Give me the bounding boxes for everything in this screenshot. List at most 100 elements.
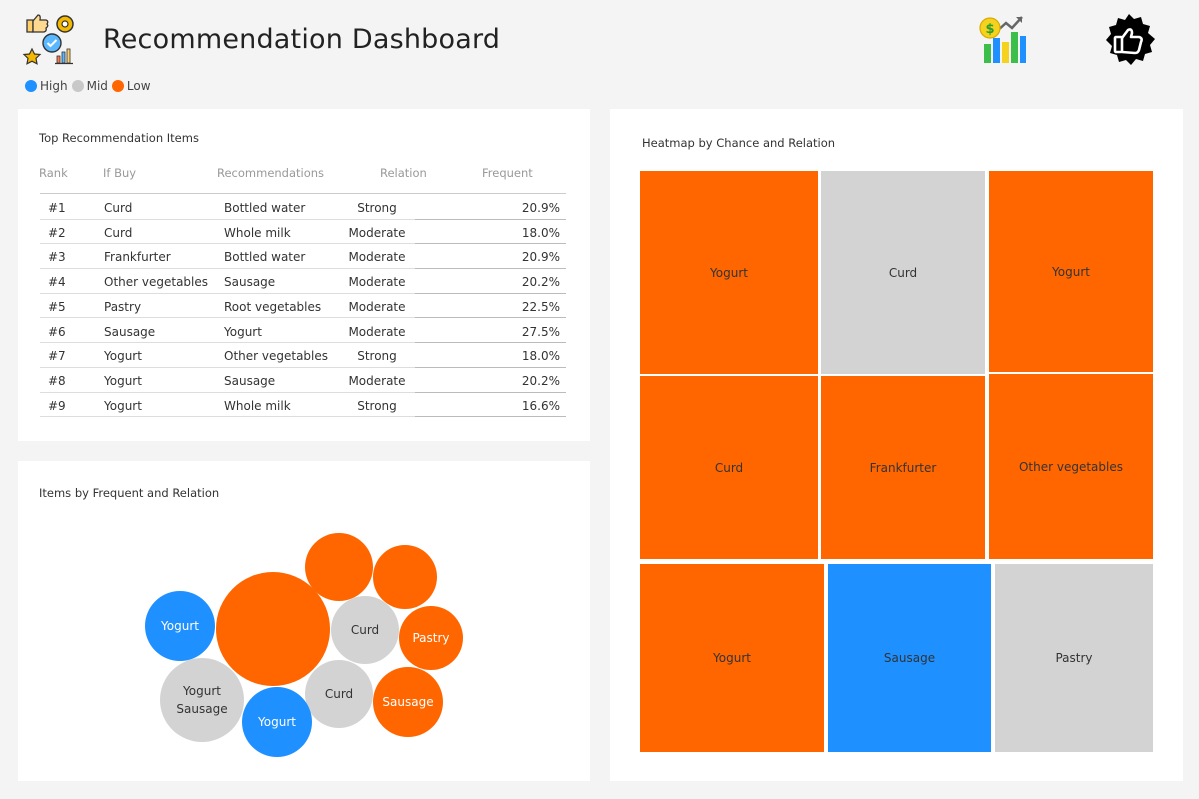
bubble-yogurt[interactable]: Yogurt [242, 687, 312, 757]
if-buy-cell: Yogurt [104, 373, 142, 388]
legend-item-low: Low [111, 79, 151, 93]
if-buy-cell: Yogurt [104, 349, 142, 364]
relation-cell: Moderate [348, 324, 406, 339]
table-row[interactable]: #1 Curd Bottled water Strong 20.9% [40, 195, 566, 220]
tile-label: Yogurt [710, 265, 748, 280]
legend-dot-low [111, 80, 124, 92]
tile-label: Pastry [1055, 651, 1093, 665]
frequent-cell: 20.9% [521, 250, 560, 265]
bubble-yogurt[interactable]: Yogurt [145, 591, 215, 661]
tile-label: Curd [888, 265, 918, 280]
items-bubble-panel: Items by Frequent and Relation Yogurt Cur… [18, 461, 590, 781]
rank-cell: #6 [48, 324, 66, 339]
bubble-label: Sausage [382, 695, 434, 709]
column-header-frequent: Frequent [482, 166, 533, 180]
heatmap-tile-curd[interactable]: Curd [821, 171, 985, 374]
table-row[interactable]: #5 Pastry Root vegetables Moderate 22.5% [40, 294, 566, 319]
if-buy-cell: Yogurt [104, 398, 142, 413]
heatmap-tile-yogurt[interactable]: Yogurt [989, 171, 1153, 372]
recommendation-cell: Root vegetables [224, 299, 322, 314]
legend-dot-high [25, 80, 37, 92]
frequent-cell: 20.2% [521, 373, 560, 388]
table-row[interactable]: #7 Yogurt Other vegetables Strong 18.0% [40, 343, 566, 368]
bubble-yogurt-sausage[interactable]: Yogurt Sausage [160, 658, 244, 742]
bubble-unlabeled[interactable] [373, 545, 437, 609]
frequent-cell: 22.5% [521, 299, 560, 314]
row-divider [40, 416, 415, 418]
top-recommendation-panel: Top Recommendation Items Rank If Buy Rec… [18, 109, 590, 441]
legend-item-mid: Mid [71, 79, 108, 93]
money-chart-icon: $ [979, 16, 1026, 63]
column-header-if-buy: If Buy [103, 166, 137, 180]
relation-cell: Moderate [348, 225, 406, 240]
bubble-label: Yogurt [161, 619, 199, 633]
frequent-cell: 18.0% [521, 349, 560, 364]
frequent-cell: 18.0% [521, 225, 560, 240]
color-legend: High Mid Low [25, 79, 155, 93]
relation-cell: Strong [357, 201, 397, 215]
relation-cell: Strong [357, 398, 397, 413]
bubble-label: Yogurt [258, 715, 296, 729]
rank-cell: #9 [48, 398, 66, 413]
heatmap-tile-curd[interactable]: Curd [640, 376, 818, 559]
table-row[interactable]: #6 Sausage Yogurt Moderate 27.5% [40, 319, 566, 344]
heatmap-tile-sausage[interactable]: Sausage [828, 564, 991, 752]
bubble-sausage[interactable]: Sausage [373, 667, 443, 737]
legend-label: Low [126, 79, 151, 93]
bubble-label: Yogurt Sausage [176, 684, 228, 716]
if-buy-cell: Curd [104, 225, 133, 240]
recommendation-cell: Sausage [224, 275, 276, 290]
recommendation-cell: Yogurt [224, 324, 262, 339]
frequent-cell: 27.5% [521, 324, 560, 339]
heatmap-tile-yogurt[interactable]: Yogurt [640, 564, 824, 752]
tile-label: Curd [714, 460, 744, 475]
relation-cell: Moderate [348, 275, 406, 290]
if-buy-cell: Sausage [104, 324, 156, 339]
frequent-cell: 20.9% [521, 201, 560, 215]
relation-cell: Moderate [348, 373, 406, 388]
if-buy-cell: Pastry [104, 299, 142, 314]
tile-label: Frankfurter [869, 460, 937, 475]
bubble-curd[interactable]: Curd [305, 660, 373, 728]
rank-cell: #8 [48, 373, 66, 388]
table-row[interactable]: #8 Yogurt Sausage Moderate 20.2% [40, 368, 566, 393]
rank-cell: #3 [48, 250, 66, 265]
column-header-relation: Relation [380, 166, 427, 180]
header-divider [40, 193, 566, 194]
recommendation-cell: Other vegetables [224, 349, 329, 364]
bubble-curd[interactable]: Curd [331, 596, 399, 664]
svg-text:$: $ [985, 22, 994, 37]
table-row[interactable]: #3 Frankfurter Bottled water Moderate 20.9% [40, 244, 566, 270]
recommendation-cell: Bottled water [224, 201, 306, 215]
if-buy-cell: Other vegetables [104, 275, 209, 290]
bubble-label: Curd [350, 623, 380, 637]
relation-cell: Strong [357, 349, 397, 364]
heatmap-tile-frankfurter[interactable]: Frankfurter [821, 376, 985, 559]
recommendation-cell: Sausage [224, 373, 276, 388]
heatmap-tile-pastry[interactable]: Pastry [995, 564, 1153, 752]
column-header-rank: Rank [39, 166, 68, 180]
tile-label: Yogurt [1052, 264, 1090, 279]
panel-title: Items by Frequent and Relation [39, 486, 220, 500]
table-row[interactable]: #9 Yogurt Whole milk Strong 16.6% [40, 393, 566, 418]
heatmap-tile-other-vegetables[interactable]: Other vegetables [989, 374, 1153, 559]
table-row[interactable]: #2 Curd Whole milk Moderate 18.0% [40, 220, 566, 245]
rank-cell: #1 [48, 201, 66, 215]
page-title: Recommendation Dashboard [103, 24, 501, 55]
legend-label: Mid [86, 79, 108, 93]
recommendation-cell: Whole milk [224, 398, 291, 413]
bubble-pastry[interactable]: Pastry [399, 606, 463, 670]
frequent-cell: 20.2% [521, 275, 560, 290]
thumbs-up-gear-star-icon [22, 14, 74, 65]
legend-dot-mid [71, 80, 84, 92]
bubble-unlabeled[interactable] [305, 533, 373, 601]
heatmap-tile-yogurt[interactable]: Yogurt [640, 171, 818, 374]
panel-title: Heatmap by Chance and Relation [642, 136, 836, 150]
tile-label: Other vegetables [1018, 459, 1123, 474]
if-buy-cell: Curd [104, 201, 133, 215]
row-divider [415, 416, 566, 418]
column-header-recommendations: Recommendations [217, 166, 325, 180]
table-row[interactable]: #4 Other vegetables Sausage Moderate 20.2% [40, 269, 566, 294]
rank-cell: #7 [48, 349, 66, 364]
like-badge-icon [1106, 14, 1155, 65]
